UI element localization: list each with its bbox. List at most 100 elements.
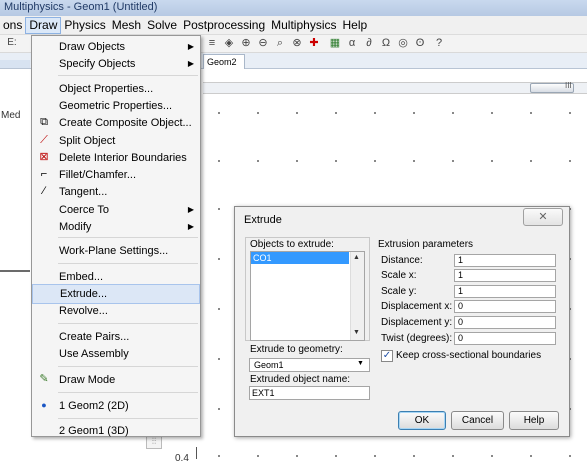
axis-equal-icon[interactable]: α xyxy=(345,36,359,50)
toolbar-glyph[interactable]: E: xyxy=(2,36,22,50)
submenu-arrow-icon: ▶ xyxy=(187,222,194,231)
ok-button[interactable]: OK xyxy=(398,411,446,430)
grid-dot xyxy=(491,160,493,162)
list-item[interactable]: CO1 xyxy=(251,252,349,264)
scroll-grip-icon: III xyxy=(565,81,572,90)
axis-tick-label: 0.4 xyxy=(175,453,189,462)
grid-dot xyxy=(335,455,337,457)
window-title-bar: Multiphysics - Geom1 (Untitled) xyxy=(0,0,587,16)
displacement-x-field[interactable]: 0 xyxy=(454,300,556,313)
zoom-extents-icon[interactable]: ⊗ xyxy=(290,36,304,50)
grid-dot xyxy=(452,455,454,457)
grid-dot xyxy=(491,112,493,114)
geometry-select[interactable]: Geom1 xyxy=(249,358,370,372)
menu-help[interactable]: Help xyxy=(340,17,371,34)
scroll-up-icon[interactable]: ▲ xyxy=(353,254,360,261)
param-label: Scale x: xyxy=(381,270,417,281)
grid-dot xyxy=(257,112,259,114)
constants-icon[interactable]: ∂ xyxy=(362,36,376,50)
menu-item-specify-objects[interactable]: Specify Objects ▶ xyxy=(32,54,200,74)
tangent-icon: ∕ xyxy=(43,185,45,197)
geometry-icon[interactable]: ◈ xyxy=(222,36,236,50)
grid-icon[interactable]: ▦ xyxy=(328,36,342,50)
menu-item-modify[interactable]: Modify ▶ xyxy=(32,217,200,237)
omega-icon[interactable]: Ω xyxy=(379,36,393,50)
distance-field[interactable]: 1 xyxy=(454,254,556,267)
grid-dot xyxy=(530,455,532,457)
menu-item-geom1[interactable]: 2 Geom1 (3D) xyxy=(32,421,200,441)
menu-item-tangent[interactable]: ∕ Tangent... xyxy=(32,182,200,202)
grid-dot xyxy=(296,455,298,457)
grid-dot xyxy=(374,455,376,457)
menu-physics[interactable]: Physics xyxy=(61,17,108,34)
grid-dot xyxy=(218,308,220,310)
grid-dot xyxy=(374,160,376,162)
menu-item-work-plane-settings[interactable]: Work-Plane Settings... xyxy=(32,241,200,261)
help-button[interactable]: Help xyxy=(509,411,559,430)
checkmark-icon: ✓ xyxy=(382,350,392,361)
close-button[interactable]: ✕ xyxy=(523,208,563,226)
scroll-down-icon[interactable]: ▼ xyxy=(353,329,360,336)
grid-dot xyxy=(296,112,298,114)
grid-dot xyxy=(257,160,259,162)
grid-dot xyxy=(569,160,571,162)
grid-dot xyxy=(218,208,220,210)
extrude-to-label: Extrude to geometry: xyxy=(250,344,343,355)
left-panel-header xyxy=(0,60,30,68)
keep-boundaries-checkbox[interactable]: ✓ xyxy=(381,350,393,362)
left-panel-divider xyxy=(0,270,30,272)
helix-icon[interactable]: ʘ xyxy=(413,36,427,50)
displacement-y-field[interactable]: 0 xyxy=(454,316,556,329)
tab-geom2[interactable]: Geom2 xyxy=(203,54,245,69)
twist-field[interactable]: 0 xyxy=(454,332,556,345)
menu-mesh[interactable]: Mesh xyxy=(109,17,144,34)
menu-item-label: Fillet/Chamfer... xyxy=(59,169,137,181)
menu-item-use-assembly[interactable]: Use Assembly xyxy=(32,344,200,364)
grid-dot xyxy=(296,160,298,162)
cancel-button[interactable]: Cancel xyxy=(451,411,504,430)
extruded-name-field[interactable]: EXT1 xyxy=(249,386,370,400)
list-scrollbar[interactable] xyxy=(350,252,364,340)
layer-icon[interactable]: ≡ xyxy=(205,36,219,50)
menu-item-revolve[interactable]: Revolve... xyxy=(32,301,200,321)
grid-dot xyxy=(218,112,220,114)
grid-dot xyxy=(218,258,220,260)
menu-solve[interactable]: Solve xyxy=(144,17,180,34)
menu-separator xyxy=(58,263,198,264)
grid-dot xyxy=(413,112,415,114)
menu-multiphysics[interactable]: Multiphysics xyxy=(268,17,339,34)
menu-postprocessing[interactable]: Postprocessing xyxy=(180,17,268,34)
help-icon[interactable]: ? xyxy=(432,36,446,50)
axis-line xyxy=(196,447,197,459)
delete-boundaries-icon: ⊠ xyxy=(39,151,49,163)
zoom-out-icon[interactable]: ⊖ xyxy=(256,36,270,50)
grid-dot xyxy=(569,112,571,114)
fillet-icon: ⌐ xyxy=(40,168,48,180)
target-icon[interactable]: ◎ xyxy=(396,36,410,50)
chevron-down-icon[interactable]: ▼ xyxy=(357,360,364,367)
scale-y-field[interactable]: 1 xyxy=(454,285,556,298)
grid-dot xyxy=(491,455,493,457)
axis-icon[interactable]: ✚ xyxy=(307,36,321,50)
param-label: Distance: xyxy=(381,255,423,266)
grid-dot xyxy=(374,112,376,114)
grid-dot xyxy=(530,160,532,162)
grid-dot xyxy=(257,455,259,457)
menu-separator xyxy=(58,392,198,393)
zoom-window-icon[interactable]: ⌕ xyxy=(273,36,287,50)
menu-separator xyxy=(58,237,198,238)
objects-listbox[interactable] xyxy=(250,251,365,341)
param-label: Twist (degrees): xyxy=(381,333,453,344)
scale-x-field[interactable]: 1 xyxy=(454,269,556,282)
grid-dot xyxy=(452,160,454,162)
menu-options[interactable]: ons xyxy=(0,17,25,34)
menu-draw[interactable]: Draw xyxy=(25,16,62,34)
grid-dot xyxy=(335,112,337,114)
zoom-in-icon[interactable]: ⊕ xyxy=(239,36,253,50)
menu-item-label: Split Object xyxy=(59,135,116,147)
menu-item-draw-mode[interactable]: ✎ Draw Mode xyxy=(32,370,200,390)
objects-label: Objects to extrude: xyxy=(250,239,334,250)
menu-item-geom2[interactable]: ● 1 Geom2 (2D) xyxy=(32,396,200,416)
menu-item-create-composite[interactable]: ⧉ Create Composite Object... xyxy=(32,113,200,133)
menu-item-label: 1 Geom2 (2D) xyxy=(59,400,129,412)
